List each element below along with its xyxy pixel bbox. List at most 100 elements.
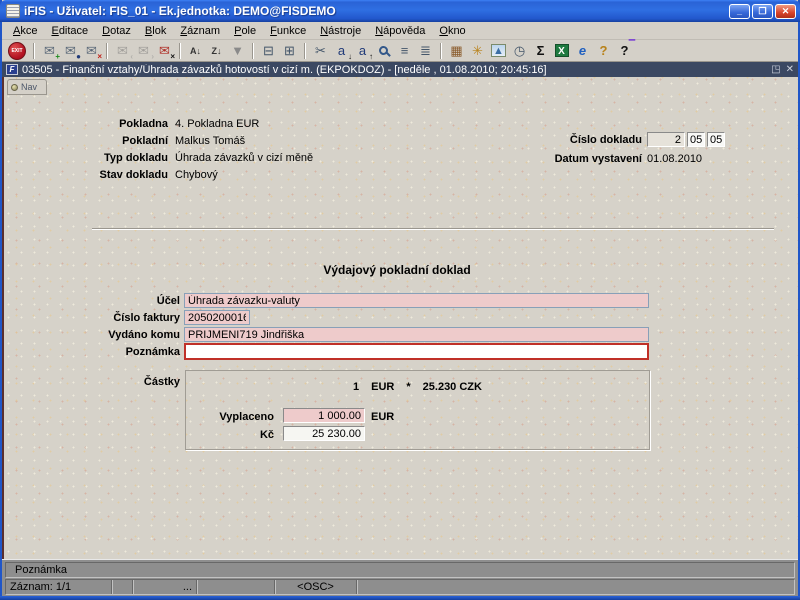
ucel-input[interactable] <box>184 293 649 308</box>
sort-ascending-icon[interactable]: A↓ <box>185 41 206 61</box>
doc-number-input-2[interactable] <box>687 132 705 147</box>
kc-input[interactable] <box>283 426 365 441</box>
rate-currency: EUR <box>371 381 395 393</box>
delete-record-icon[interactable]: ✉ × <box>81 41 102 61</box>
menu-zaznam[interactable]: Záznam <box>173 23 227 39</box>
poznamka-label: Poznámka <box>125 346 180 358</box>
sort-descending-icon[interactable]: Z↓ <box>206 41 227 61</box>
title-bar: iFIS - Uživatel: FIS_01 - Ek.jednotka: D… <box>0 0 800 22</box>
help-icon[interactable]: ? ▔ <box>614 40 635 61</box>
sum-icon[interactable]: Σ <box>530 41 551 61</box>
cislo-faktury-label: Číslo faktury <box>113 312 180 324</box>
previous-record-icon[interactable]: ✉ ‹ <box>112 41 133 61</box>
doc-number-input-3[interactable] <box>707 132 725 147</box>
menu-bar: Akce Editace Dotaz Blok Záznam Pole Funk… <box>2 22 798 40</box>
record-count-cell: Záznam: 1/1 <box>6 580 112 594</box>
clear-record-icon[interactable]: ✉ × <box>154 41 175 61</box>
menu-funkce[interactable]: Funkce <box>263 23 313 39</box>
toolbar: EXIT ✉ + ✉ ● ✉ × ✉ ‹ ✉ › ✉ × A↓ Z↓ ▼ ⊟ ⊞… <box>2 40 798 62</box>
form-title: Výdajový pokladní doklad <box>323 263 471 277</box>
status-bar: Poznámka Záznam: 1/1 ... <OSC> <box>2 559 798 596</box>
star-icon[interactable]: ✳ <box>467 41 488 61</box>
toolbar-separator <box>106 42 108 59</box>
pokladna-label: Pokladna <box>119 118 168 130</box>
castky-label: Částky <box>143 376 180 388</box>
status-cell-empty-1 <box>112 580 133 594</box>
status-message: Poznámka <box>15 564 67 576</box>
status-cell-empty-2 <box>197 580 275 594</box>
print-setup-icon[interactable]: ⊞ <box>279 41 300 61</box>
rate-amount: 1 <box>353 381 360 393</box>
copy-field-icon[interactable]: a ↓ <box>331 41 352 61</box>
menu-nastroje[interactable]: Nástroje <box>313 23 368 39</box>
menu-dotaz[interactable]: Dotaz <box>95 23 138 39</box>
cut-icon[interactable]: ✂ <box>310 41 331 61</box>
rate-separator: * <box>406 381 411 393</box>
menu-pole[interactable]: Pole <box>227 23 263 39</box>
ucel-label: Účel <box>156 295 180 307</box>
menu-editace[interactable]: Editace <box>44 23 95 39</box>
vyplaceno-input[interactable] <box>283 408 365 423</box>
menu-napoveda[interactable]: Nápověda <box>368 23 432 39</box>
minimize-button[interactable]: _ <box>729 3 750 19</box>
next-record-icon[interactable]: ✉ › <box>133 41 154 61</box>
cislo-faktury-input[interactable] <box>184 310 250 325</box>
poznamka-input[interactable] <box>184 343 649 360</box>
vyplaceno-label: Vyplaceno <box>219 411 274 423</box>
datum-vystaveni-value: 01.08.2010 <box>647 153 703 165</box>
pokladni-value: Malkus Tomáš <box>175 135 246 147</box>
magnifier-glyph <box>379 46 388 55</box>
toolbar-separator <box>252 42 254 59</box>
mdi-edge <box>2 77 4 559</box>
document-close-button[interactable]: ✕ <box>786 64 794 75</box>
vydano-komu-label: Vydáno komu <box>108 329 180 341</box>
doc-number-input-1[interactable] <box>647 132 685 147</box>
calendar-icon[interactable]: ▦ <box>446 41 467 61</box>
menu-blok[interactable]: Blok <box>138 23 173 39</box>
toolbar-separator <box>440 42 442 59</box>
kc-label: Kč <box>259 429 274 441</box>
edit-field-icon[interactable]: ≣ <box>415 41 436 61</box>
user-help-icon[interactable]: ? <box>593 41 614 61</box>
toolbar-separator <box>33 42 35 59</box>
status-cell-ellipsis: ... <box>133 580 197 594</box>
document-restore-button[interactable]: ◳ <box>771 64 780 75</box>
maximize-button[interactable]: ❐ <box>752 3 773 19</box>
list-values-icon[interactable]: ≡ <box>394 41 415 61</box>
datum-vystaveni-label: Datum vystavení <box>554 153 642 165</box>
toolbar-separator <box>179 42 181 59</box>
amounts-groupbox: 1 EUR * 25.230 CZK Vyplaceno EUR Kč <box>185 370 650 450</box>
stav-dokladu-value: Chybový <box>175 169 218 181</box>
close-button[interactable]: ✕ <box>775 3 796 19</box>
filter-icon[interactable]: ▼ <box>227 41 248 61</box>
paste-field-icon[interactable]: a ↑ <box>352 41 373 61</box>
vydano-komu-input[interactable] <box>184 327 649 342</box>
image-icon[interactable]: ▲ <box>488 41 509 61</box>
status-record-row: Záznam: 1/1 ... <OSC> <box>5 579 795 595</box>
nav-tab-label: Nav <box>21 82 38 92</box>
form-canvas: Nav Pokladna 4. Pokladna EUR Pokladní Ma… <box>2 77 798 559</box>
browser-icon[interactable]: e <box>572 41 593 61</box>
excel-icon[interactable]: X <box>551 41 572 61</box>
window-bottom-border <box>0 596 800 600</box>
document-title: 03505 - Finanční vztahy/Úhrada závazků h… <box>22 63 547 76</box>
exit-button[interactable]: EXIT <box>7 41 27 61</box>
menu-akce[interactable]: Akce <box>6 23 44 39</box>
clock-icon[interactable]: ◷ <box>509 41 530 61</box>
separator-line <box>92 228 774 230</box>
find-icon[interactable] <box>373 41 394 61</box>
toolbar-separator <box>304 42 306 59</box>
typ-dokladu-value: Úhrada závazků v cizí měně <box>175 152 314 164</box>
pokladna-value: 4. Pokladna EUR <box>175 118 260 130</box>
insert-record-icon[interactable]: ✉ + <box>39 41 60 61</box>
typ-dokladu-label: Typ dokladu <box>104 152 168 164</box>
nav-tab[interactable]: Nav <box>7 79 47 95</box>
exchange-rate-line: 1 EUR * 25.230 CZK <box>186 381 649 393</box>
save-record-icon[interactable]: ✉ ● <box>60 41 81 61</box>
print-icon[interactable]: ⊟ <box>258 41 279 61</box>
vyplaceno-currency: EUR <box>371 411 395 423</box>
menu-okno[interactable]: Okno <box>432 23 472 39</box>
document-title-bar: F 03505 - Finanční vztahy/Úhrada závazků… <box>2 62 798 77</box>
pokladni-label: Pokladní <box>122 135 168 147</box>
nav-icon <box>11 83 18 91</box>
